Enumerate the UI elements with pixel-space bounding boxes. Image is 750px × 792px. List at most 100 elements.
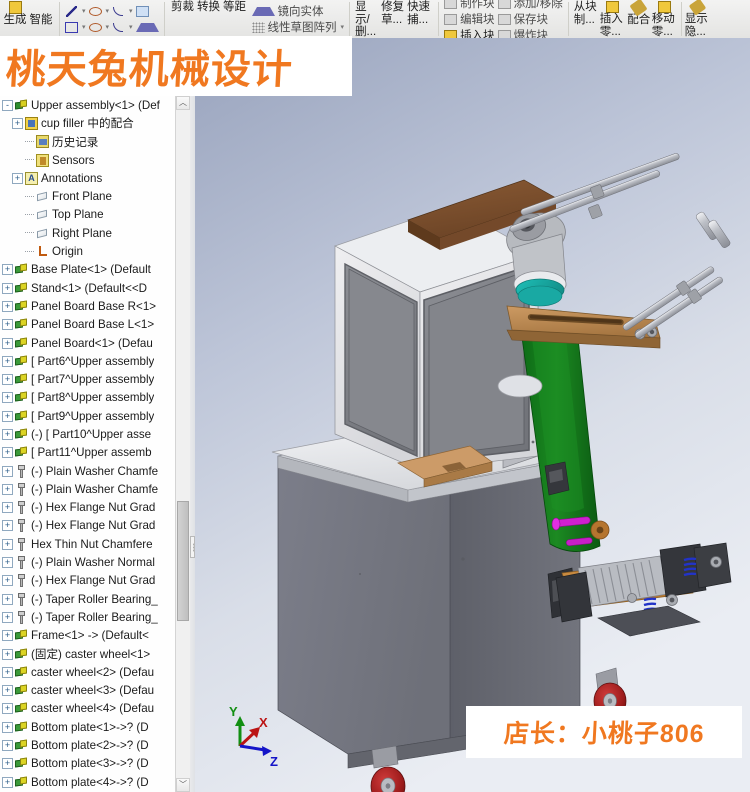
ribbon-group-sketch-tools[interactable]: ▾ ▾ ▾ ▾ ▾ ▾: [63, 0, 161, 38]
ribbon-group-trim-convert[interactable]: 剪裁 转换 等距: [168, 0, 250, 38]
tree-item[interactable]: + A Annotations: [0, 169, 176, 187]
mirror-icon[interactable]: [251, 6, 275, 16]
tree-item[interactable]: Top Plane: [0, 206, 176, 224]
expand-toggle[interactable]: +: [2, 483, 13, 495]
expand-toggle[interactable]: +: [2, 776, 13, 788]
expand-toggle[interactable]: +: [2, 337, 13, 349]
expand-toggle[interactable]: +: [2, 685, 13, 697]
point-icon[interactable]: [135, 22, 159, 32]
ribbon-group-generate[interactable]: 生成 智能: [0, 0, 56, 38]
ribbon-group-assembly[interactable]: 从块制... 插入零... 配合 移动零... 显示隐...: [572, 0, 713, 38]
edit-block-label[interactable]: 编辑块: [460, 11, 495, 27]
expand-toggle[interactable]: +: [2, 611, 13, 623]
tree-item[interactable]: + (-) Plain Washer Normal: [0, 553, 176, 571]
expand-toggle[interactable]: +: [2, 392, 13, 404]
expand-toggle[interactable]: +: [12, 172, 23, 184]
ribbon-group-mirror-pattern[interactable]: 镜向实体 线性草图阵列 ▾: [250, 0, 347, 38]
save-block-label[interactable]: 保存块: [514, 11, 549, 27]
expand-toggle[interactable]: +: [2, 264, 13, 276]
tree-item[interactable]: + (-) Hex Flange Nut Grad: [0, 517, 176, 535]
expand-toggle[interactable]: +: [2, 758, 13, 770]
tree-item[interactable]: + Bottom plate<4>->? (D: [0, 773, 176, 791]
offset-button[interactable]: 等距: [222, 0, 248, 38]
quick-snap-button[interactable]: 快速捕...: [407, 0, 433, 38]
smart-button[interactable]: 智能: [28, 0, 54, 38]
tree-item[interactable]: + Bottom plate<1>->? (D: [0, 718, 176, 736]
tree-vertical-scrollbar[interactable]: ︿ ﹀: [175, 96, 190, 792]
expand-toggle[interactable]: +: [2, 648, 13, 660]
tree-item[interactable]: + [ Part11^Upper assemb: [0, 444, 176, 462]
panel-splitter[interactable]: [190, 96, 195, 792]
tree-item[interactable]: + cup filler 中的配合: [0, 114, 176, 132]
expand-toggle[interactable]: +: [2, 630, 13, 642]
move-component-button[interactable]: 移动零...: [652, 0, 678, 38]
line-icon[interactable]: [65, 5, 78, 18]
tree-item[interactable]: + Frame<1> -> (Default<: [0, 627, 176, 645]
splitter-grip[interactable]: [190, 536, 195, 558]
ribbon-group-display-repair[interactable]: 显示/删... 修复草... 快速捕...: [353, 0, 435, 38]
tree-item[interactable]: Right Plane: [0, 224, 176, 242]
mate-button[interactable]: 配合: [626, 0, 652, 38]
expand-toggle[interactable]: +: [2, 374, 13, 386]
linear-pattern-icon[interactable]: [251, 21, 265, 33]
expand-toggle[interactable]: +: [2, 300, 13, 312]
tree-item[interactable]: + [ Part7^Upper assembly: [0, 370, 176, 388]
rectangle-icon[interactable]: [65, 21, 78, 33]
feature-manager-tree[interactable]: - Upper assembly<1> (Def + cup filler 中的配合历…: [0, 96, 191, 792]
tree-item[interactable]: - Upper assembly<1> (Def: [0, 96, 176, 114]
expand-toggle[interactable]: +: [2, 282, 13, 294]
tree-item[interactable]: + Stand<1> (Default<<D: [0, 279, 176, 297]
tree-item[interactable]: + (-) Hex Flange Nut Grad: [0, 499, 176, 517]
convert-button[interactable]: 转换: [196, 0, 222, 38]
generate-button[interactable]: 生成: [2, 0, 28, 38]
add-remove-icon[interactable]: [497, 0, 511, 9]
scroll-down-button[interactable]: ﹀: [176, 778, 190, 792]
scrollbar-thumb[interactable]: [177, 501, 189, 621]
expand-toggle[interactable]: +: [2, 557, 13, 569]
tree-item[interactable]: + Panel Board Base R<1>: [0, 297, 176, 315]
repair-sketch-button[interactable]: 修复草...: [381, 0, 407, 38]
tree-item[interactable]: + Bottom plate<2>->? (D: [0, 736, 176, 754]
tree-item[interactable]: Sensors: [0, 151, 176, 169]
make-block-icon[interactable]: [444, 0, 458, 9]
expand-toggle[interactable]: +: [2, 575, 13, 587]
expand-toggle[interactable]: +: [2, 502, 13, 514]
expand-toggle[interactable]: +: [2, 703, 13, 715]
circle-icon[interactable]: [88, 6, 102, 16]
tree-item[interactable]: + Hex Thin Nut Chamfere: [0, 535, 176, 553]
tree-item[interactable]: + caster wheel<4> (Defau: [0, 700, 176, 718]
from-block-button[interactable]: 从块制...: [574, 0, 600, 38]
sketch-picture-icon[interactable]: [135, 5, 149, 17]
ribbon-toolbar[interactable]: 生成 智能 ▾ ▾ ▾ ▾ ▾ ▾ 剪裁 转换 等距 镜向实体 线性草图阵列 ▾…: [0, 0, 750, 39]
mirror-label[interactable]: 镜向实体: [278, 3, 324, 19]
expand-toggle[interactable]: +: [2, 740, 13, 752]
tree-item[interactable]: Front Plane: [0, 187, 176, 205]
tree-item[interactable]: + (-) [ Part10^Upper asse: [0, 425, 176, 443]
edit-block-icon[interactable]: [444, 13, 458, 25]
expand-toggle[interactable]: +: [2, 538, 13, 550]
insert-component-button[interactable]: 插入零...: [600, 0, 626, 38]
tree-item[interactable]: + Panel Board<1> (Defau: [0, 334, 176, 352]
expand-toggle[interactable]: +: [2, 355, 13, 367]
tree-item[interactable]: 历史记录: [0, 133, 176, 151]
expand-toggle[interactable]: +: [2, 593, 13, 605]
tree-item[interactable]: + [ Part8^Upper assembly: [0, 389, 176, 407]
tree-item[interactable]: + caster wheel<2> (Defau: [0, 663, 176, 681]
tree-item[interactable]: + (-) Taper Roller Bearing_: [0, 608, 176, 626]
spline-icon[interactable]: [112, 5, 125, 17]
trim-button[interactable]: 剪裁: [170, 0, 196, 38]
arc-icon[interactable]: [88, 22, 102, 32]
collapse-toggle[interactable]: -: [2, 99, 13, 111]
scroll-up-button[interactable]: ︿: [176, 96, 190, 110]
tree-item[interactable]: + [ Part9^Upper assembly: [0, 407, 176, 425]
tree-item[interactable]: + (-) Plain Washer Chamfe: [0, 480, 176, 498]
show-hide-button[interactable]: 显示隐...: [685, 0, 711, 38]
tree-item[interactable]: + (-) Taper Roller Bearing_: [0, 590, 176, 608]
save-block-icon[interactable]: [497, 13, 511, 25]
expand-toggle[interactable]: +: [2, 428, 13, 440]
tree-item[interactable]: + (-) Hex Flange Nut Grad: [0, 572, 176, 590]
expand-toggle[interactable]: +: [2, 319, 13, 331]
expand-toggle[interactable]: +: [2, 465, 13, 477]
tree-item[interactable]: + caster wheel<3> (Defau: [0, 682, 176, 700]
display-delete-button[interactable]: 显示/删...: [355, 0, 381, 38]
